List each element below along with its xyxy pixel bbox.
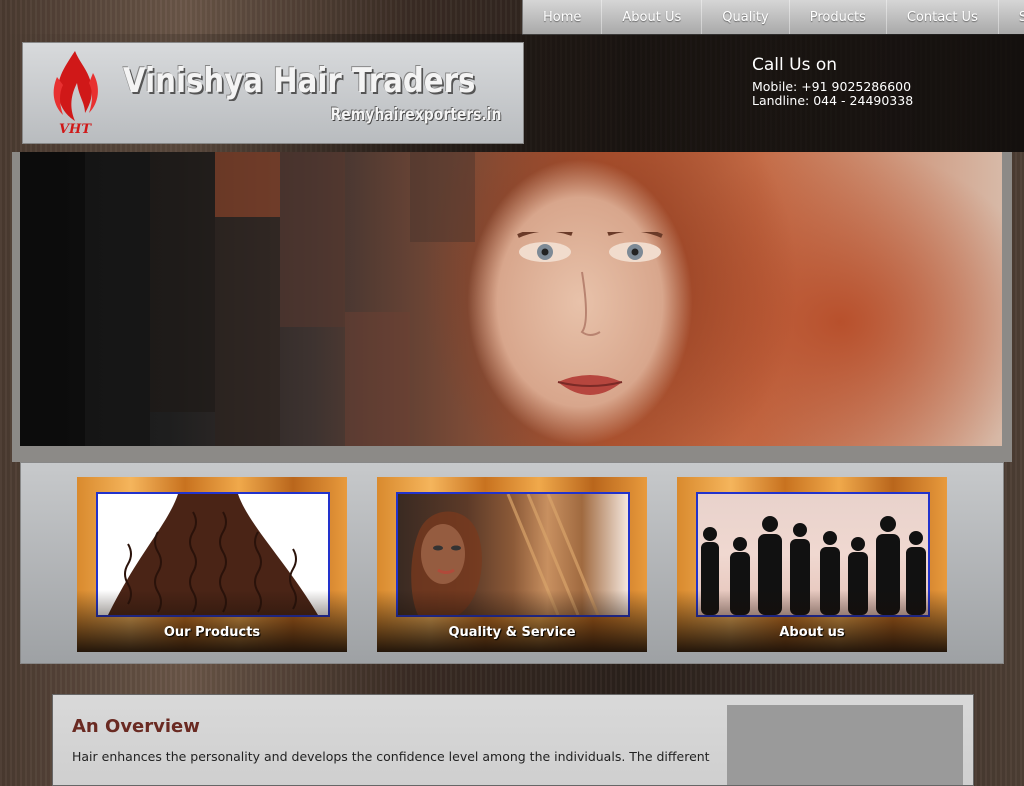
flame-logo-icon: VHT: [53, 51, 98, 137]
business-people-icon: [701, 516, 926, 615]
about-image: [696, 492, 930, 617]
products-image: [96, 492, 330, 617]
site-logo[interactable]: VHT Vinishya Hair Traders Remyhairexport…: [22, 42, 524, 144]
overview-title: An Overview: [72, 716, 200, 737]
nav-sitemap[interactable]: Sit: [999, 0, 1024, 34]
contact-info: Call Us on Mobile: +91 9025286600 Landli…: [752, 55, 913, 108]
curly-hair-icon: [98, 494, 328, 615]
hero-banner: [12, 152, 1012, 462]
logo-initials: VHT: [59, 122, 92, 137]
card-about-us[interactable]: About us: [677, 477, 947, 652]
nav-contact-us[interactable]: Contact Us: [887, 0, 999, 34]
hero-image: [20, 152, 1002, 446]
quality-image: [396, 492, 630, 617]
top-navigation: Home About Us Quality Products Contact U…: [522, 0, 1024, 35]
card-label-about-us: About us: [779, 625, 845, 640]
overview-side-panel: [727, 705, 963, 785]
card-label-quality-service: Quality & Service: [448, 625, 576, 640]
nav-about-us[interactable]: About Us: [602, 0, 703, 34]
card-quality-service[interactable]: Quality & Service: [377, 477, 647, 652]
card-label-our-products: Our Products: [163, 625, 261, 640]
brand-title: Vinishya Hair Traders: [123, 61, 476, 101]
model-hair-icon: [411, 494, 600, 615]
landline-number: Landline: 044 - 24490338: [752, 93, 914, 108]
card-our-products[interactable]: Our Products: [77, 477, 347, 652]
nav-products[interactable]: Products: [790, 0, 887, 34]
nav-home[interactable]: Home: [523, 0, 603, 34]
brand-subtitle: Remyhairexporters.in: [330, 105, 501, 125]
call-us-title: Call Us on: [752, 55, 838, 75]
nav-quality[interactable]: Quality: [702, 0, 790, 34]
overview-text: Hair enhances the personality and develo…: [72, 749, 710, 764]
overview-section: An Overview Hair enhances the personalit…: [52, 694, 974, 786]
feature-strip: Our Products Quality & Service About us: [20, 462, 1004, 664]
hero-face-icon: [517, 232, 663, 395]
mobile-number: Mobile: +91 9025286600: [752, 79, 912, 94]
